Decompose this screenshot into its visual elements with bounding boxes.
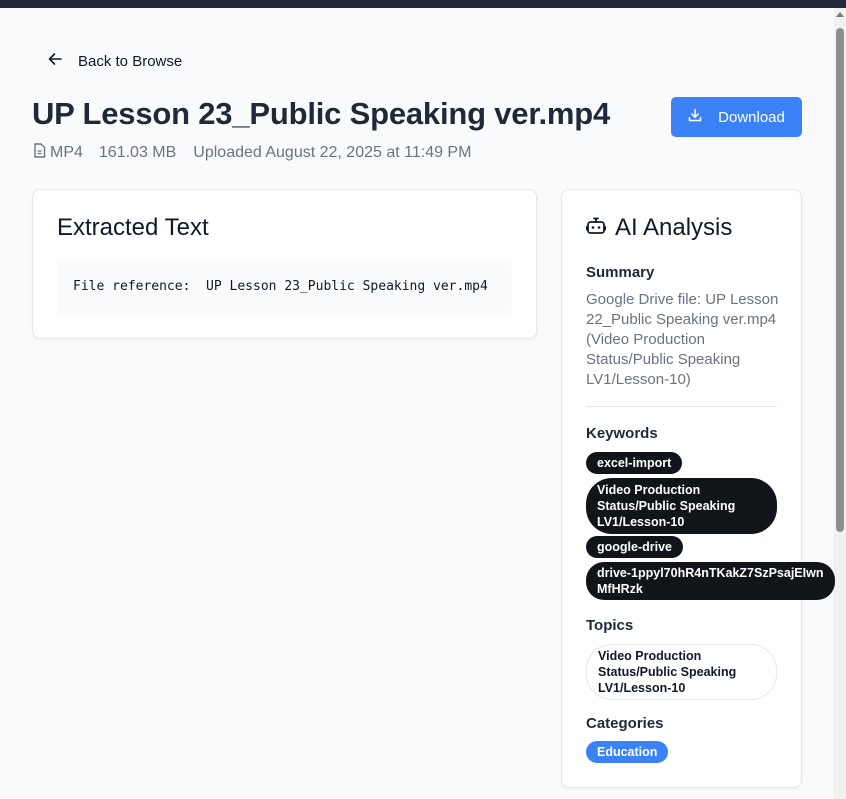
file-meta: MP4 161.03 MB Uploaded August 22, 2025 a… bbox=[33, 143, 471, 163]
extracted-text-title: Extracted Text bbox=[57, 214, 209, 241]
ai-analysis-header: AI Analysis bbox=[585, 214, 733, 242]
keyword-badge: Video Production Status/Public Speaking … bbox=[586, 478, 777, 534]
category-badge: Education bbox=[586, 741, 669, 763]
keyword-badge: google-drive bbox=[586, 536, 684, 558]
topics-label: Topics bbox=[586, 617, 634, 634]
file-type-label: MP4 bbox=[50, 144, 83, 161]
back-link-label: Back to Browse bbox=[78, 52, 183, 70]
ai-analysis-title: AI Analysis bbox=[615, 214, 733, 241]
upload-date: Uploaded August 22, 2025 at 11:49 PM bbox=[193, 144, 472, 161]
browser-top-bar bbox=[0, 0, 846, 8]
download-icon bbox=[688, 108, 702, 126]
download-button[interactable]: Download bbox=[671, 97, 802, 137]
file-type: MP4 bbox=[33, 143, 83, 163]
robot-icon bbox=[585, 217, 607, 240]
file-size: 161.03 MB bbox=[98, 144, 177, 161]
arrow-left-icon bbox=[48, 52, 62, 71]
extracted-text-card: Extracted Text File reference: UP Lesson… bbox=[32, 189, 537, 339]
page-title: UP Lesson 23_Public Speaking ver.mp4 bbox=[32, 96, 611, 131]
back-to-browse-link[interactable]: Back to Browse bbox=[48, 51, 182, 71]
summary-text: Google Drive file: UP Lesson 22_Public S… bbox=[586, 291, 779, 388]
ai-analysis-card: AI Analysis Summary Google Drive file: U… bbox=[561, 189, 835, 788]
extracted-text-content: File reference: UP Lesson 23_Public Spea… bbox=[57, 262, 512, 314]
vertical-scrollbar[interactable] bbox=[834, 8, 846, 799]
scrollbar-thumb[interactable] bbox=[836, 28, 844, 532]
divider bbox=[586, 406, 777, 407]
keyword-badge: excel-import bbox=[586, 452, 683, 474]
file-document-icon bbox=[33, 143, 46, 163]
categories-label: Categories bbox=[586, 715, 664, 732]
keyword-badge: drive-1ppyl70hR4nTKakZ7SzPsajEIwnMfHRzk bbox=[586, 562, 835, 600]
download-button-label: Download bbox=[718, 108, 785, 126]
summary-label: Summary bbox=[586, 264, 655, 281]
topic-badge: Video Production Status/Public Speaking … bbox=[586, 644, 777, 700]
keywords-label: Keywords bbox=[586, 425, 658, 442]
scroll-up-arrow-icon[interactable] bbox=[836, 12, 844, 17]
